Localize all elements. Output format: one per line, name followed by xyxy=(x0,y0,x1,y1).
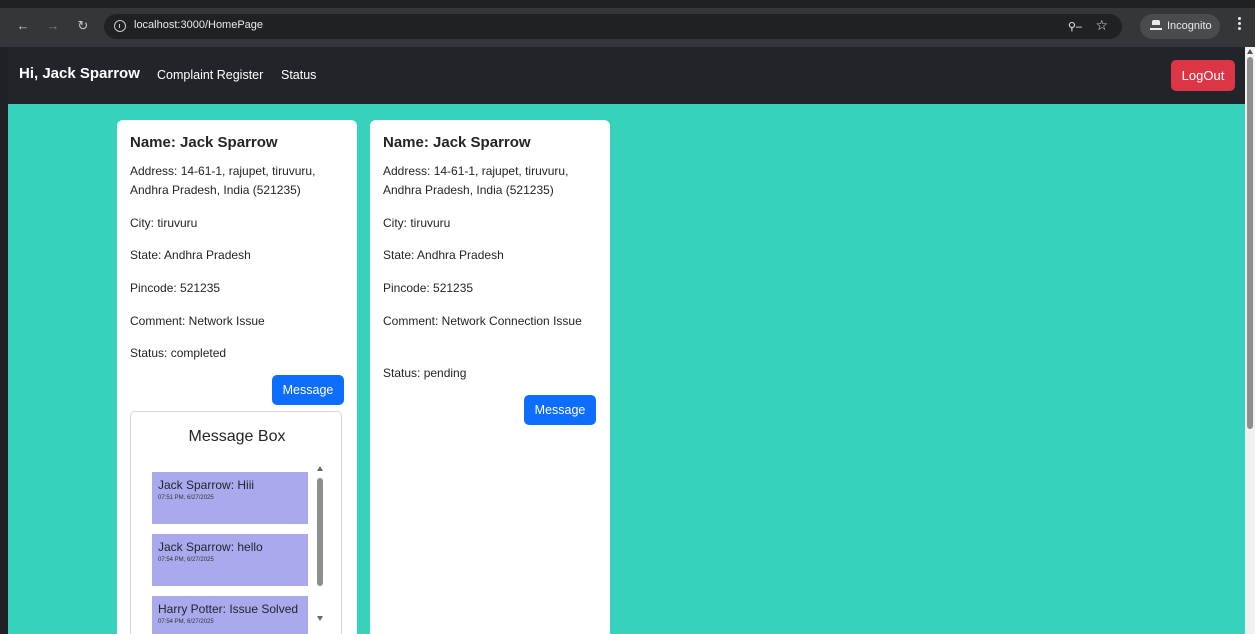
message-button[interactable]: Message xyxy=(524,395,596,425)
message-scrollbar[interactable] xyxy=(315,464,325,624)
logout-button[interactable]: LogOut xyxy=(1171,60,1235,91)
window-edge xyxy=(0,47,8,634)
complaint-state: State: Andhra Pradesh xyxy=(130,248,251,262)
reload-icon[interactable]: ↻ xyxy=(74,17,92,35)
page-scrollbar[interactable] xyxy=(1245,47,1255,634)
complaint-pincode: Pincode: 521235 xyxy=(383,281,474,295)
incognito-label: Incognito xyxy=(1167,20,1212,32)
scroll-up-icon[interactable] xyxy=(1247,49,1253,54)
complaint-state: State: Andhra Pradesh xyxy=(383,248,504,262)
user-greeting[interactable]: Hi, Jack Sparrow xyxy=(19,65,140,82)
incognito-icon xyxy=(1150,20,1162,30)
forward-icon[interactable]: → xyxy=(44,17,62,35)
scroll-down-icon[interactable] xyxy=(317,616,323,621)
complaint-address: Address: 14-61-1, rajupet, tiruvuru, And… xyxy=(130,164,316,197)
nav-complaint-register[interactable]: Complaint Register xyxy=(157,68,263,82)
scroll-thumb[interactable] xyxy=(317,478,323,586)
url-text[interactable]: localhost:3000/HomePage xyxy=(134,19,263,31)
complaint-city: City: tiruvuru xyxy=(130,216,198,230)
message-text: Jack Sparrow: Hiii xyxy=(158,478,255,492)
menu-icon[interactable] xyxy=(1238,17,1242,31)
message-text: Jack Sparrow: hello xyxy=(158,540,263,554)
complaint-card: Name: Jack Sparrow Address: 14-61-1, raj… xyxy=(370,120,610,634)
complaint-address: Address: 14-61-1, rajupet, tiruvuru, And… xyxy=(383,164,569,197)
message-time: 07:54 PM, 6/27/2025 xyxy=(158,557,214,563)
complaint-status: Status: pending xyxy=(383,366,467,380)
browser-chrome: ← → ↻ localhost:3000/HomePage ⚲– ☆ Incog… xyxy=(0,0,1255,47)
message-time: 07:51 PM, 6/27/2025 xyxy=(158,495,214,501)
complaint-name: Name: Jack Sparrow xyxy=(383,134,531,151)
message-item: Harry Potter: Issue Solved 07:54 PM, 6/2… xyxy=(152,596,308,634)
scroll-thumb[interactable] xyxy=(1247,57,1253,429)
complaint-name: Name: Jack Sparrow xyxy=(130,134,278,151)
app-navbar: Hi, Jack Sparrow Complaint Register Stat… xyxy=(8,47,1245,104)
nav-status[interactable]: Status xyxy=(281,68,316,82)
message-item: Jack Sparrow: hello 07:54 PM, 6/27/2025 xyxy=(152,534,308,586)
message-item: Jack Sparrow: Hiii 07:51 PM, 6/27/2025 xyxy=(152,472,308,524)
message-button[interactable]: Message xyxy=(272,375,344,405)
scroll-up-icon[interactable] xyxy=(317,466,323,471)
star-icon[interactable]: ☆ xyxy=(1095,17,1108,34)
complaint-city: City: tiruvuru xyxy=(383,216,451,230)
complaint-card: Name: Jack Sparrow Address: 14-61-1, raj… xyxy=(117,120,357,634)
message-box-title: Message Box xyxy=(188,428,286,445)
key-icon[interactable]: ⚲– xyxy=(1068,20,1082,33)
complaint-pincode: Pincode: 521235 xyxy=(130,281,221,295)
message-text: Harry Potter: Issue Solved xyxy=(158,602,299,616)
address-bar[interactable]: localhost:3000/HomePage ⚲– ☆ xyxy=(104,14,1122,39)
complaint-status: Status: completed xyxy=(130,346,227,360)
incognito-badge[interactable]: Incognito xyxy=(1140,14,1220,39)
message-time: 07:54 PM, 6/27/2025 xyxy=(158,619,214,625)
complaint-comment: Comment: Network Issue xyxy=(130,314,265,328)
site-info-icon[interactable] xyxy=(114,20,126,32)
back-icon[interactable]: ← xyxy=(14,17,32,35)
tab-strip xyxy=(0,0,1255,8)
complaint-comment: Comment: Network Connection Issue xyxy=(383,314,582,328)
message-box: Message Box Jack Sparrow: Hiii 07:51 PM,… xyxy=(130,411,342,634)
